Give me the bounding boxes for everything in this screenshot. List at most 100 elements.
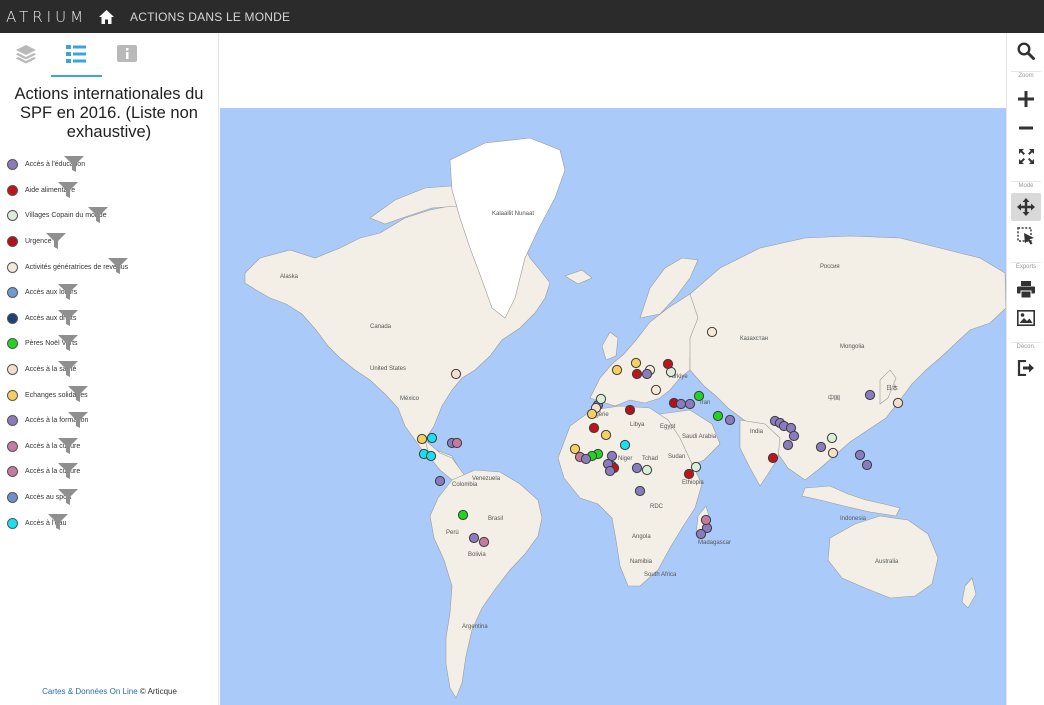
- map-marker[interactable]: [641, 464, 653, 476]
- fit-extent-button[interactable]: [1011, 142, 1041, 170]
- map-marker[interactable]: [468, 532, 480, 544]
- tab-legend[interactable]: [58, 39, 94, 69]
- map-marker[interactable]: [684, 398, 696, 410]
- map-marker[interactable]: [586, 408, 598, 420]
- map-marker[interactable]: [451, 437, 463, 449]
- map-marker[interactable]: [580, 453, 592, 465]
- legend-item[interactable]: Accès à l'eau: [0, 510, 219, 536]
- legend-item[interactable]: Accès à la culture: [0, 459, 219, 485]
- credits-link[interactable]: Cartes & Données On Line: [42, 687, 138, 696]
- search-button[interactable]: [1011, 37, 1041, 65]
- filter-funnel-icon[interactable]: [58, 283, 78, 300]
- map-marker[interactable]: [695, 528, 707, 540]
- legend-item[interactable]: Activités génératrices de revenus: [0, 254, 219, 280]
- tab-info[interactable]: [109, 39, 145, 69]
- map-marker[interactable]: [693, 390, 705, 402]
- map-marker[interactable]: [434, 475, 446, 487]
- map-marker[interactable]: [782, 439, 794, 451]
- map-marker[interactable]: [604, 465, 616, 477]
- legend-item[interactable]: Accès au sport: [0, 485, 219, 511]
- legend-item[interactable]: Villages Copain du monde: [0, 203, 219, 229]
- legend-color-swatch: [7, 184, 18, 196]
- zoom-out-button[interactable]: [1011, 114, 1041, 142]
- map-marker[interactable]: [634, 485, 646, 497]
- map-marker[interactable]: [826, 432, 838, 444]
- legend-color-swatch: [7, 159, 18, 171]
- map-marker[interactable]: [457, 509, 469, 521]
- legend-item[interactable]: Accès aux droits: [0, 306, 219, 332]
- world-map[interactable]: Kalaallit Nunaat Россия Canada United State…: [220, 108, 1006, 705]
- app-logo[interactable]: ATRIUM: [6, 8, 86, 26]
- map-marker[interactable]: [724, 414, 736, 426]
- filter-funnel-icon[interactable]: [68, 386, 88, 403]
- map-marker[interactable]: [630, 357, 642, 369]
- legend-item[interactable]: Accès aux loisirs: [0, 280, 219, 306]
- filter-funnel-icon[interactable]: [48, 514, 68, 531]
- map-marker[interactable]: [854, 449, 866, 461]
- map-marker[interactable]: [706, 326, 718, 338]
- legend-item[interactable]: Accès à l'éducation: [0, 152, 219, 178]
- filter-funnel-icon[interactable]: [58, 488, 78, 505]
- map-marker[interactable]: [569, 443, 581, 455]
- legend-item[interactable]: Aide alimentaire: [0, 178, 219, 204]
- pan-mode-button[interactable]: [1011, 193, 1041, 221]
- map-marker[interactable]: [788, 430, 800, 442]
- map-marker[interactable]: [641, 368, 653, 380]
- map-marker[interactable]: [631, 368, 643, 380]
- filter-funnel-icon[interactable]: [58, 309, 78, 326]
- legend-color-swatch: [7, 364, 18, 376]
- select-mode-button[interactable]: [1011, 222, 1041, 250]
- print-button[interactable]: [1011, 275, 1041, 303]
- map-marker[interactable]: [600, 429, 612, 441]
- tab-layers[interactable]: [8, 39, 44, 69]
- filter-funnel-icon[interactable]: [64, 156, 84, 172]
- map-marker[interactable]: [611, 364, 623, 376]
- map-marker[interactable]: [864, 389, 876, 401]
- filter-funnel-icon[interactable]: [58, 181, 78, 198]
- map-marker[interactable]: [690, 461, 702, 473]
- legend-item[interactable]: Accès à la santé: [0, 357, 219, 383]
- map-marker[interactable]: [662, 358, 674, 370]
- map-marker[interactable]: [700, 514, 712, 526]
- map-label-usa: United States: [370, 366, 406, 372]
- map-label-namibia: Namibia: [630, 559, 653, 565]
- map-marker[interactable]: [595, 393, 607, 405]
- map-marker[interactable]: [624, 404, 636, 416]
- filter-funnel-icon[interactable]: [108, 258, 128, 275]
- map-marker[interactable]: [827, 447, 839, 459]
- filter-funnel-icon[interactable]: [46, 232, 66, 249]
- legend-item[interactable]: Accès à la culture: [0, 434, 219, 460]
- map-marker[interactable]: [683, 468, 695, 480]
- legend-item[interactable]: Pères Noël Verts: [0, 331, 219, 357]
- info-icon: [117, 45, 137, 62]
- legend-item[interactable]: Accès à la formation: [0, 408, 219, 434]
- filter-funnel-icon[interactable]: [58, 335, 78, 352]
- filter-funnel-icon[interactable]: [58, 463, 78, 480]
- filter-funnel-icon[interactable]: [68, 411, 88, 428]
- zoom-in-button[interactable]: [1011, 85, 1041, 113]
- map-marker[interactable]: [675, 398, 687, 410]
- map-marker[interactable]: [712, 410, 724, 422]
- filter-funnel-icon[interactable]: [58, 360, 78, 377]
- map-marker[interactable]: [619, 439, 631, 451]
- map-marker[interactable]: [767, 452, 779, 464]
- map-marker[interactable]: [426, 432, 438, 444]
- export-image-button[interactable]: [1011, 304, 1041, 332]
- map-marker[interactable]: [588, 422, 600, 434]
- logout-button[interactable]: [1011, 354, 1041, 382]
- legend-item[interactable]: Echanges solidaires: [0, 382, 219, 408]
- legend-item[interactable]: Urgence: [0, 229, 219, 255]
- map-area[interactable]: Kalaallit Nunaat Россия Canada United State…: [220, 33, 1006, 705]
- filter-funnel-icon[interactable]: [58, 437, 78, 454]
- home-icon[interactable]: [98, 9, 114, 25]
- map-marker[interactable]: [815, 441, 827, 453]
- map-marker[interactable]: [892, 397, 904, 409]
- map-marker[interactable]: [631, 462, 643, 474]
- map-marker[interactable]: [861, 459, 873, 471]
- map-marker[interactable]: [425, 450, 437, 462]
- map-marker[interactable]: [450, 368, 462, 380]
- map-marker[interactable]: [416, 433, 428, 445]
- filter-funnel-icon[interactable]: [88, 207, 108, 224]
- map-marker[interactable]: [650, 384, 662, 396]
- map-marker[interactable]: [478, 536, 490, 548]
